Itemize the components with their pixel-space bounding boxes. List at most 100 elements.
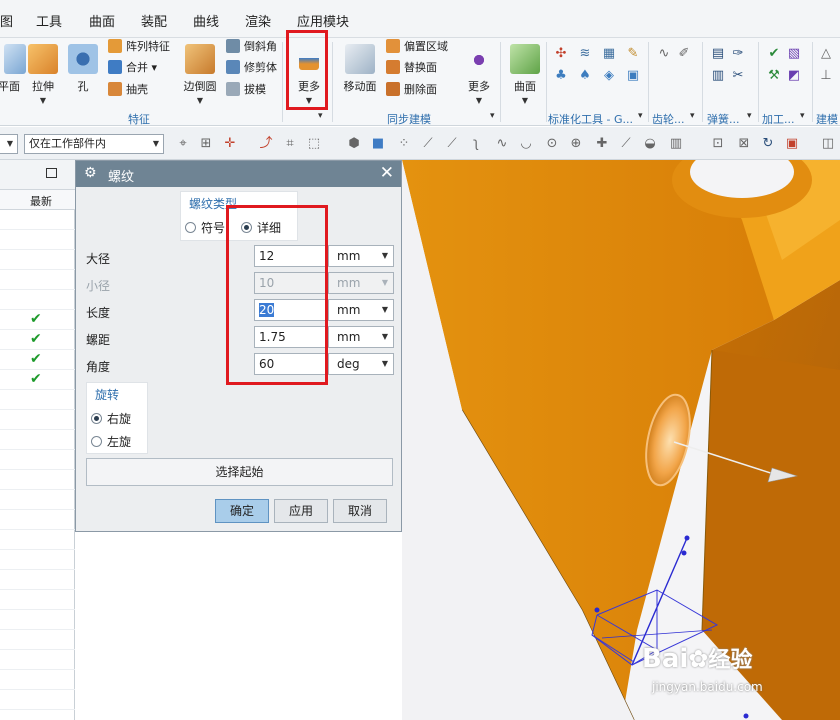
maximize-icon[interactable] <box>46 168 57 178</box>
part-model[interactable] <box>402 160 840 720</box>
curve-rule-icon[interactable]: ⤴ <box>258 136 274 152</box>
radio-symbol-dot[interactable] <box>185 222 196 233</box>
list-item[interactable] <box>0 250 75 270</box>
menu-application[interactable]: 应用模块 <box>297 11 349 30</box>
angle-unit-select[interactable]: deg ▼ <box>328 353 394 375</box>
delete-face-button[interactable]: 删除面 <box>386 81 437 99</box>
zoom-icon[interactable]: ⊠ <box>736 136 752 152</box>
tangent-icon[interactable]: ⟋ <box>618 136 634 152</box>
list-item[interactable]: ✔ <box>0 350 75 370</box>
snap-icon[interactable]: ⌖ <box>175 136 191 152</box>
extrude-dropdown-icon[interactable]: ▼ <box>26 96 60 105</box>
solid-select-icon[interactable]: ■ <box>370 136 386 152</box>
spline-icon[interactable]: ∿ <box>494 136 510 152</box>
apply-button[interactable]: 应用 <box>274 499 328 523</box>
surface-dropdown-icon[interactable]: ▼ <box>508 96 542 105</box>
radio-left-hand[interactable]: 左旋 <box>91 433 131 450</box>
spring-tool-icon[interactable]: ▤ <box>710 46 726 62</box>
menu-curve[interactable]: 曲线 <box>193 11 219 30</box>
standard-tool-icon[interactable]: ◈ <box>601 68 617 84</box>
triangle-icon[interactable]: △ <box>818 46 834 62</box>
close-icon[interactable]: ✕ <box>380 163 394 183</box>
scope-select[interactable]: 仅在工作部件内 ▼ <box>24 134 164 154</box>
quadrant-icon[interactable]: ⊕ <box>568 136 584 152</box>
standard-tool-icon[interactable]: ♠ <box>577 68 593 84</box>
radio-right-hand-dot[interactable] <box>91 413 102 424</box>
gear-tool-icon[interactable]: ∿ <box>656 46 672 62</box>
pitch-unit-select[interactable]: mm ▼ <box>328 326 394 348</box>
machining-tool-icon[interactable]: ⚒ <box>766 68 782 84</box>
radio-right-hand[interactable]: 右旋 <box>91 410 131 427</box>
list-item[interactable] <box>0 470 75 490</box>
grid-snap-icon[interactable]: ▥ <box>668 136 684 152</box>
datum-plane-button[interactable]: 平面 <box>0 44 26 94</box>
draft-button[interactable]: 拔模 <box>226 81 266 99</box>
list-item[interactable] <box>0 550 75 570</box>
shell-button[interactable]: 抽壳 <box>108 81 148 99</box>
list-item[interactable] <box>0 690 75 710</box>
surface-button[interactable]: 曲面 ▼ <box>508 44 542 105</box>
spring-tool-icon[interactable]: ✑ <box>730 46 746 62</box>
standard-tool-icon[interactable]: ≋ <box>577 46 593 62</box>
rotate-icon[interactable]: ↻ <box>760 136 776 152</box>
spring-tool-icon[interactable]: ▥ <box>710 68 726 84</box>
point-snap-icon[interactable]: ✛ <box>222 136 238 152</box>
list-item[interactable] <box>0 230 75 250</box>
menu-view[interactable]: 图 <box>0 11 13 30</box>
standard-tool-icon[interactable]: ♣ <box>553 68 569 84</box>
list-item[interactable] <box>0 270 75 290</box>
list-item[interactable] <box>0 650 75 670</box>
group-gear-expand-icon[interactable]: ▾ <box>690 111 695 121</box>
more-sync-button[interactable]: 更多 ▼ <box>462 44 496 105</box>
standard-tool-icon[interactable]: ▣ <box>625 68 641 84</box>
group-machining-expand-icon[interactable]: ▾ <box>800 111 805 121</box>
edge-blend-button[interactable]: 边倒圆 ▼ <box>180 44 220 105</box>
list-item[interactable] <box>0 590 75 610</box>
dialog-title-bar[interactable]: ⚙ 螺纹 ✕ <box>76 161 401 187</box>
list-item[interactable] <box>0 290 75 310</box>
radio-symbol[interactable]: 符号 <box>185 219 225 236</box>
machining-tool-icon[interactable]: ▧ <box>786 46 802 62</box>
list-item[interactable]: ✔ <box>0 330 75 350</box>
group-sync-expand-icon[interactable]: ▾ <box>490 111 495 121</box>
list-item[interactable] <box>0 510 75 530</box>
curve-icon[interactable]: ʅ <box>468 136 484 152</box>
menu-render[interactable]: 渲染 <box>245 11 271 30</box>
offset-region-button[interactable]: 偏置区域 <box>386 38 448 56</box>
list-item[interactable] <box>0 490 75 510</box>
orient-view-icon[interactable]: ◫ <box>820 136 836 152</box>
sketch-select-icon[interactable]: ⁘ <box>396 136 412 152</box>
line-icon[interactable]: ⟋ <box>444 136 460 152</box>
standard-tool-icon[interactable]: ✎ <box>625 46 641 62</box>
type-filter-select[interactable]: ▼ <box>0 134 18 154</box>
ok-button[interactable]: 确定 <box>215 499 269 523</box>
face-rule-icon[interactable]: ⌗ <box>282 136 298 152</box>
general-select-icon[interactable]: ⊞ <box>198 136 214 152</box>
radio-left-hand-dot[interactable] <box>91 436 102 447</box>
circle-center-icon[interactable]: ⊙ <box>544 136 560 152</box>
move-face-button[interactable]: 移动面 <box>340 44 380 94</box>
menu-assembly[interactable]: 装配 <box>141 11 167 30</box>
column-latest[interactable]: 最新 <box>30 193 52 209</box>
standard-tool-icon[interactable]: ✣ <box>553 46 569 62</box>
major-diameter-unit-select[interactable]: mm ▼ <box>328 245 394 267</box>
group-feature-expand-icon[interactable]: ▾ <box>318 111 323 121</box>
list-item[interactable] <box>0 630 75 650</box>
list-item[interactable] <box>0 530 75 550</box>
list-item[interactable]: ✔ <box>0 370 75 390</box>
render-style-icon[interactable]: ▣ <box>784 136 800 152</box>
body-select-icon[interactable]: ⬢ <box>346 136 362 152</box>
machining-tool-icon[interactable]: ✔ <box>766 46 782 62</box>
list-item[interactable] <box>0 450 75 470</box>
menu-tools[interactable]: 工具 <box>36 11 62 30</box>
group-spring-expand-icon[interactable]: ▾ <box>747 111 752 121</box>
spring-tool-icon[interactable]: ✂ <box>730 68 746 84</box>
list-item[interactable] <box>0 670 75 690</box>
intersect-icon[interactable]: ✚ <box>594 136 610 152</box>
chamfer-button[interactable]: 倒斜角 <box>226 38 277 56</box>
list-item[interactable] <box>0 570 75 590</box>
replace-face-button[interactable]: 替换面 <box>386 59 437 77</box>
list-item[interactable] <box>0 410 75 430</box>
more-sync-dropdown-icon[interactable]: ▼ <box>462 96 496 105</box>
edge-blend-dropdown-icon[interactable]: ▼ <box>180 96 220 105</box>
